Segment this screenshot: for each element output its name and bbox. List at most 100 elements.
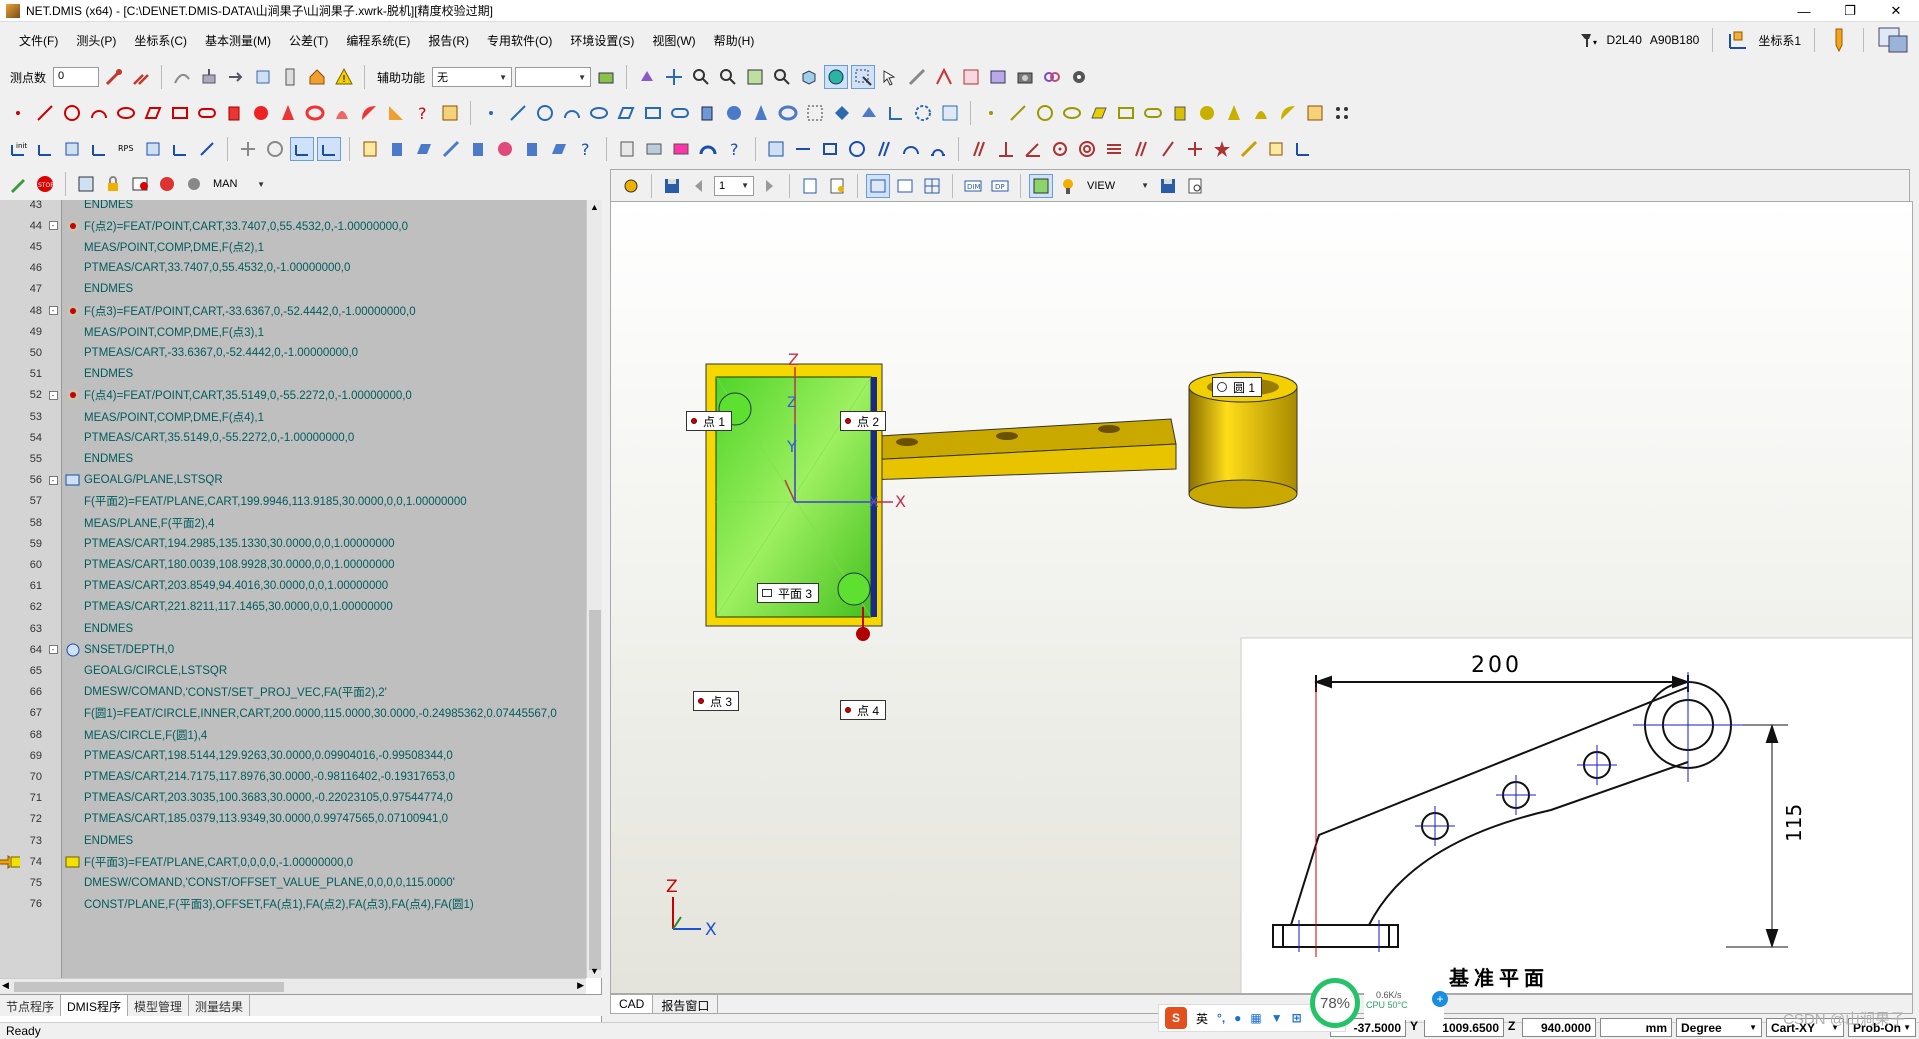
code-line[interactable]: 65 GEOALG/CIRCLE,LSTSQR (0, 660, 586, 681)
cad-curve-icon[interactable] (1276, 101, 1300, 125)
snap-icon[interactable] (932, 65, 956, 89)
star-icon[interactable] (1210, 137, 1234, 161)
dim-slash-icon[interactable] (872, 137, 896, 161)
arc-feature-icon[interactable] (87, 101, 111, 125)
zoom-window-icon[interactable] (743, 65, 767, 89)
skin-icon[interactable]: ▼ (1271, 1011, 1283, 1025)
rotate-table-icon[interactable] (263, 137, 287, 161)
dim-tool-icon[interactable] (1237, 137, 1261, 161)
menu-special-software[interactable]: 专用软件(O) (478, 32, 561, 49)
select-icon[interactable] (851, 65, 876, 89)
code-line[interactable]: 48- F(点3)=FEAT/POINT,CART,-33.6367,0,-52.… (0, 300, 586, 321)
fold-icon[interactable]: - (48, 221, 58, 231)
code-line[interactable]: 56- GEOALG/PLANE,LSTSQR (0, 470, 586, 491)
tol-profile-icon[interactable] (493, 137, 517, 161)
tol-cylinder-icon[interactable] (385, 137, 409, 161)
curve-feature-icon[interactable] (357, 101, 381, 125)
code-line[interactable]: 63 ENDMES (0, 618, 586, 639)
view-rotate-icon[interactable] (635, 65, 659, 89)
cad-sphere-icon[interactable] (1195, 101, 1219, 125)
tab-measure-results[interactable]: 测量结果 (189, 995, 251, 1016)
construct-circle-icon[interactable] (533, 101, 557, 125)
scroll-thumb[interactable] (14, 982, 284, 992)
link-icon[interactable] (1040, 65, 1064, 89)
code-line[interactable]: 54 PTMEAS/CART,35.5149,0,-55.2272,0,-1.00… (0, 427, 586, 448)
lock-icon[interactable] (101, 172, 125, 196)
align-save-icon[interactable] (141, 137, 165, 161)
code-line[interactable]: 49 MEAS/POINT,COMP,DME,F(点3),1 (0, 321, 586, 342)
next-page-icon[interactable] (757, 174, 781, 198)
tol-straightness-icon[interactable] (439, 137, 463, 161)
plus-icon[interactable]: + (1432, 991, 1448, 1007)
code-line[interactable]: 62 PTMEAS/CART,221.8211,117.1465,30.0000,… (0, 597, 586, 618)
code-line[interactable]: 44- F(点2)=FEAT/POINT,CART,33.7407,0,55.45… (0, 215, 586, 236)
microphone-icon[interactable]: ● (1234, 1011, 1241, 1025)
cone-feature-icon[interactable] (276, 101, 300, 125)
report-arc-icon[interactable] (696, 137, 720, 161)
pattern-feature-icon[interactable] (438, 101, 462, 125)
construct-cone-icon[interactable] (749, 101, 773, 125)
zoom-out-icon[interactable] (716, 65, 740, 89)
tol-circularity-icon[interactable] (466, 137, 490, 161)
torus-feature-icon[interactable] (303, 101, 327, 125)
init-alignment-icon[interactable]: init (6, 137, 30, 161)
slot-feature-icon[interactable] (195, 101, 219, 125)
clearance-icon[interactable] (251, 65, 275, 89)
tol-surface-icon[interactable] (520, 137, 544, 161)
menu-coordinate[interactable]: 坐标系(C) (125, 32, 196, 49)
position-icon[interactable] (1048, 137, 1072, 161)
label-circle-1[interactable]: 圆 1 (1212, 377, 1263, 397)
construct-slot-icon[interactable] (668, 101, 692, 125)
dim-line-icon[interactable] (791, 137, 815, 161)
camera-icon[interactable] (1013, 65, 1037, 89)
zoom-in-icon[interactable] (689, 65, 713, 89)
ellipse-feature-icon[interactable] (114, 101, 138, 125)
scroll-down-icon[interactable]: ▼ (590, 966, 599, 976)
plane-feature-icon[interactable] (141, 101, 165, 125)
punctuation-icon[interactable]: °, (1217, 1011, 1225, 1025)
code-line[interactable]: 67 F(圆1)=FEAT/CIRCLE,INNER,CART,200.0000,… (0, 703, 586, 724)
fold-icon[interactable]: - (48, 390, 58, 400)
dp-icon[interactable]: DP (988, 174, 1012, 198)
new-page-icon[interactable] (798, 174, 822, 198)
cad-line-icon[interactable] (1006, 101, 1030, 125)
code-line[interactable]: 53 MEAS/POINT,COMP,DME,F(点4),1 (0, 406, 586, 427)
report-table-icon[interactable] (642, 137, 666, 161)
cad-more-icon[interactable] (1330, 101, 1354, 125)
concentricity-icon[interactable] (1075, 137, 1099, 161)
save-view-icon[interactable] (660, 174, 684, 198)
delete-icon[interactable] (155, 172, 179, 196)
code-line[interactable]: 69 PTMEAS/CART,198.5144,129.9263,30.0000,… (0, 745, 586, 766)
home-icon[interactable] (305, 65, 329, 89)
zoom-fit-icon[interactable] (770, 65, 794, 89)
cad-slot-icon[interactable] (1141, 101, 1165, 125)
align-translate-icon[interactable] (87, 137, 111, 161)
report-template-icon[interactable] (893, 174, 917, 198)
tab-cad[interactable]: CAD (611, 995, 654, 1013)
ime-language[interactable]: 英 (1196, 1010, 1208, 1027)
angularity-icon[interactable] (1021, 137, 1045, 161)
view-mode-icon[interactable] (866, 173, 890, 198)
grid-icon[interactable] (920, 174, 944, 198)
label-point-2[interactable]: 点 2 (840, 411, 887, 431)
code-line[interactable]: 70 PTMEAS/CART,214.7175,117.8976,30.0000,… (0, 766, 586, 787)
move-probe-icon[interactable] (197, 65, 221, 89)
aux-function-select[interactable]: 无 ▼ (432, 67, 513, 87)
code-line[interactable]: 71 PTMEAS/CART,203.3035,100.3683,30.0000,… (0, 788, 586, 809)
minimize-button[interactable]: — (1781, 0, 1827, 22)
cad-pattern-icon[interactable] (1303, 101, 1327, 125)
cad-surface-icon[interactable] (1249, 101, 1273, 125)
cross-icon[interactable] (1183, 137, 1207, 161)
report-edit-icon[interactable] (615, 137, 639, 161)
menu-programming[interactable]: 编程系统(E) (337, 32, 419, 49)
fold-toggle[interactable]: - (44, 385, 62, 406)
page-select[interactable]: 1 ▼ (714, 175, 754, 196)
tol-angle-icon[interactable] (547, 137, 571, 161)
tab-node-program[interactable]: 节点程序 (0, 995, 62, 1016)
point-feature-icon[interactable] (6, 101, 30, 125)
dimension-icon[interactable]: DIM (961, 174, 985, 198)
construct-torus-icon[interactable] (776, 101, 800, 125)
label-point-3[interactable]: 点 3 (693, 691, 740, 711)
tab-report-window[interactable]: 报告窗口 (653, 995, 719, 1013)
wrist-icon[interactable] (278, 65, 302, 89)
